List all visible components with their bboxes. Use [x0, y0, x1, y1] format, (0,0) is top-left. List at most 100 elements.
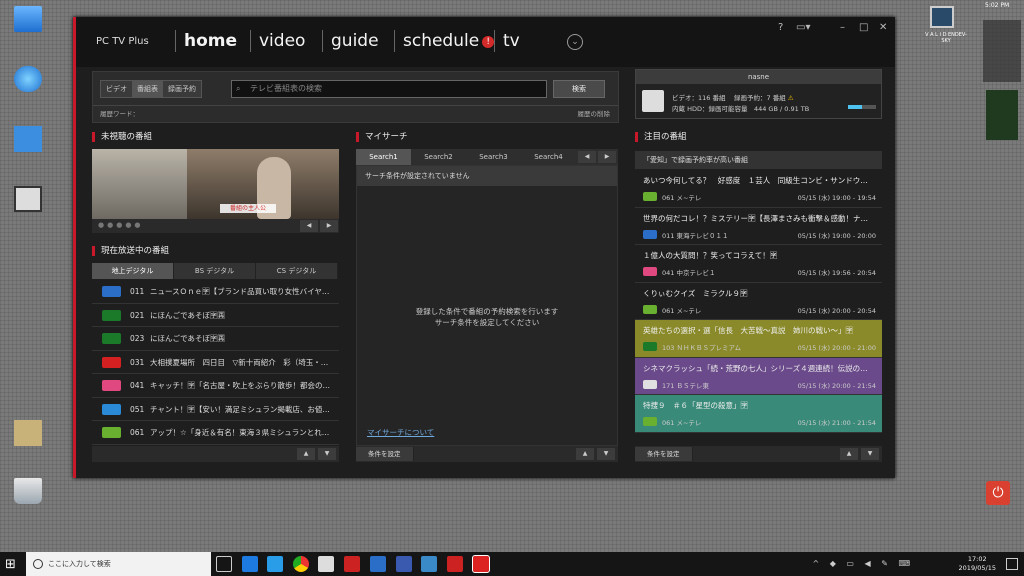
live-channel-row[interactable]: 023 にほんごであそぼ🈑🈞: [92, 327, 339, 351]
tab-next-button[interactable]: ▶: [598, 151, 616, 163]
tab-prev-button[interactable]: ◀: [578, 151, 596, 163]
featured-program-item[interactable]: 特捜９ ＃６「星型の殺意」🈑 061 メ~テレ 05/15 (水) 21:00 - …: [635, 395, 882, 433]
featured-title: 英雄たちの選択・選「信長 大苦戦～真説 姉川の戦い～」🈑: [643, 326, 853, 335]
computer-icon: [14, 6, 42, 32]
pager-dots[interactable]: ●●●●●: [98, 221, 144, 229]
desktop-icon-network[interactable]: [6, 66, 50, 94]
desktop-icon-control[interactable]: [6, 126, 50, 154]
desktop-icon-pc[interactable]: [6, 6, 50, 34]
taskbar-clock[interactable]: 17:02 2019/05/15: [959, 555, 996, 573]
scroll-down-button[interactable]: ▼: [597, 448, 615, 460]
scroll-up-button[interactable]: ▲: [576, 448, 594, 460]
live-channel-row[interactable]: 051 チャント！🈑【安い！満足ミシュラン掲載店、お値…: [92, 398, 339, 421]
featured-channel: 011 東海テレビ０１１: [662, 231, 729, 240]
channel-logo-icon: [643, 192, 657, 201]
store-icon[interactable]: [370, 556, 386, 572]
prev-arrow-button[interactable]: ◀: [300, 220, 318, 232]
widget-pc-icon[interactable]: [930, 6, 954, 28]
search-input[interactable]: ⌕ テレビ番組表の検索: [231, 80, 547, 98]
scroll-down-button[interactable]: ▼: [861, 448, 879, 460]
program-title: ニュースＯｎｅ🈑【ブランド品買い取り女性バイヤ…: [150, 287, 330, 296]
set-condition-button[interactable]: 条件を設定: [635, 447, 693, 461]
category-reservation[interactable]: 録画予約: [163, 81, 201, 97]
app-blue-icon[interactable]: [396, 556, 412, 572]
maximize-button[interactable]: □: [859, 22, 868, 33]
toolbox-icon[interactable]: ▭▾: [796, 22, 810, 33]
channel-logo-icon: [102, 380, 121, 391]
task-view-icon[interactable]: [216, 556, 232, 572]
control-panel-icon: [14, 126, 42, 152]
channel-logo-icon: [102, 309, 121, 321]
taskbar-search-input[interactable]: ここに入力して検索: [26, 552, 211, 576]
system-tray[interactable]: ^ ◆ ▭ ◀ ✎ ⌨: [812, 559, 914, 568]
live-channel-row[interactable]: 021 にほんごであそぼ🈑🈞: [92, 304, 339, 327]
unwatched-thumbnail[interactable]: 番組の主人公: [92, 149, 339, 219]
live-channel-row[interactable]: 041 キャッチ！🈑「名古屋・吹上をぶらり散歩！都会の…: [92, 374, 339, 398]
mysearch-about-link[interactable]: マイサーチについて: [367, 427, 434, 438]
edge-icon[interactable]: [267, 556, 283, 572]
mail-icon[interactable]: [318, 556, 334, 572]
set-condition-button[interactable]: 条件を設定: [356, 447, 414, 461]
history-delete-link[interactable]: 履歴の削除: [578, 106, 611, 122]
notification-icon[interactable]: [1006, 558, 1018, 570]
nav-schedule[interactable]: schedule!: [394, 30, 495, 52]
tab-cs[interactable]: CS デジタル: [256, 263, 338, 279]
featured-program-item[interactable]: 世界の何だコレ！？ミステリー🈑【長澤まさみも衝撃＆感動！ナ… 011 東海テレビ０…: [635, 207, 882, 245]
featured-subheading: 「愛知」で録画予約率が高い番組: [635, 151, 882, 169]
category-epg[interactable]: 番組表: [132, 81, 163, 97]
featured-program-item[interactable]: シネマクラッシュ「続・荒野の七人」シリーズ４週連続！伝説の… 171 ＢＳテレ東 0…: [635, 357, 882, 395]
featured-program-item[interactable]: くりぃむクイズ ミラクル９🈑 061 メ~テレ 05/15 (水) 20:00 - …: [635, 282, 882, 320]
featured-program-item[interactable]: 英雄たちの選択・選「信長 大苦戦～真説 姉川の戦い～」🈑 103 ＮＨＫＢＳプレミ…: [635, 320, 882, 358]
next-arrow-button[interactable]: ▶: [320, 220, 338, 232]
live-channel-row[interactable]: 061 アップ！☆「身近＆有名！東海３県ミシュランとれ…: [92, 421, 339, 445]
app-calendar-icon[interactable]: [447, 556, 463, 572]
windows-start-icon[interactable]: ⊞: [5, 557, 16, 572]
folder-icon: [14, 420, 42, 446]
minimize-button[interactable]: –: [840, 22, 845, 33]
desktop-icon-recycle[interactable]: [6, 478, 50, 506]
search-button[interactable]: 検索: [553, 80, 605, 98]
help-button[interactable]: ?: [778, 22, 783, 33]
tab-bs[interactable]: BS デジタル: [174, 263, 256, 279]
desktop-icon-folder[interactable]: [6, 420, 50, 448]
live-channel-row[interactable]: 011 ニュースＯｎｅ🈑【ブランド品買い取り女性バイヤ…: [92, 280, 339, 304]
pc-tv-plus-taskbar-icon[interactable]: [472, 555, 490, 573]
scroll-up-button[interactable]: ▲: [840, 448, 858, 460]
desktop-icon-media[interactable]: [6, 186, 50, 214]
featured-channel: 061 メ~テレ: [662, 419, 702, 427]
featured-footer: 条件を設定 ▲ ▼: [635, 446, 882, 462]
scroll-down-button[interactable]: ▼: [318, 448, 336, 460]
chrome-icon[interactable]: [293, 556, 309, 572]
nav-video[interactable]: video: [250, 30, 305, 52]
featured-program-item[interactable]: あいつ今何してる？ 好感度 １芸人 同級生コンビ・サンドウ… 061 メ~テレ 05…: [635, 170, 882, 208]
scroll-up-button[interactable]: ▲: [297, 448, 315, 460]
tab-search1[interactable]: Search1: [356, 149, 411, 165]
search-category-tabs: ビデオ 番組表 録画予約: [100, 80, 202, 98]
close-button[interactable]: ✕: [879, 22, 887, 33]
tab-search2[interactable]: Search2: [411, 149, 466, 165]
nav-tv[interactable]: tv: [494, 30, 520, 52]
app-red-icon[interactable]: [344, 556, 360, 572]
chevron-down-icon[interactable]: ⌄: [567, 34, 583, 50]
featured-datetime: 05/15 (水) 19:00 - 20:00: [797, 231, 876, 240]
power-icon[interactable]: ⏻: [986, 481, 1010, 505]
tab-search4[interactable]: Search4: [521, 149, 576, 165]
nav-guide[interactable]: guide: [322, 30, 379, 52]
channel-logo-icon: [643, 379, 657, 389]
live-channel-row[interactable]: 031 大相撲夏場所 四日目 ▽新十両紹介 彩（埼玉・…: [92, 351, 339, 374]
tab-search3[interactable]: Search3: [466, 149, 521, 165]
channel-number: 041: [130, 381, 145, 390]
channel-logo-icon: [102, 403, 121, 415]
featured-program-item[interactable]: １億人の大質問！？笑ってコラえて！🈑 041 中京テレビ１ 05/15 (水) 19…: [635, 245, 882, 283]
calendar-widget[interactable]: [983, 20, 1021, 82]
category-video[interactable]: ビデオ: [101, 81, 132, 97]
featured-title: 世界の何だコレ！？ミステリー🈑【長澤まさみも衝撃＆感動！ナ…: [643, 213, 868, 223]
tab-terrestrial[interactable]: 地上デジタル: [92, 263, 174, 279]
app-photo-icon[interactable]: [421, 556, 437, 572]
nasne-status-panel[interactable]: nasne ビデオ：116 番組 録画予約：7 番組 ⚠ 内蔵 HDD：録画可能…: [635, 69, 882, 119]
edge-legacy-icon[interactable]: [242, 556, 258, 572]
mysearch-message: 登録した条件で番組の予約検索を行います サーチ条件を設定してください: [415, 307, 559, 327]
taskbar: ⊞ ここに入力して検索 ^ ◆ ▭ ◀ ✎ ⌨ 17:02 2019/05/15: [0, 552, 1024, 576]
nav-home[interactable]: home: [175, 30, 237, 52]
nasne-counts: ビデオ：116 番組 録画予約：7 番組: [672, 94, 786, 102]
